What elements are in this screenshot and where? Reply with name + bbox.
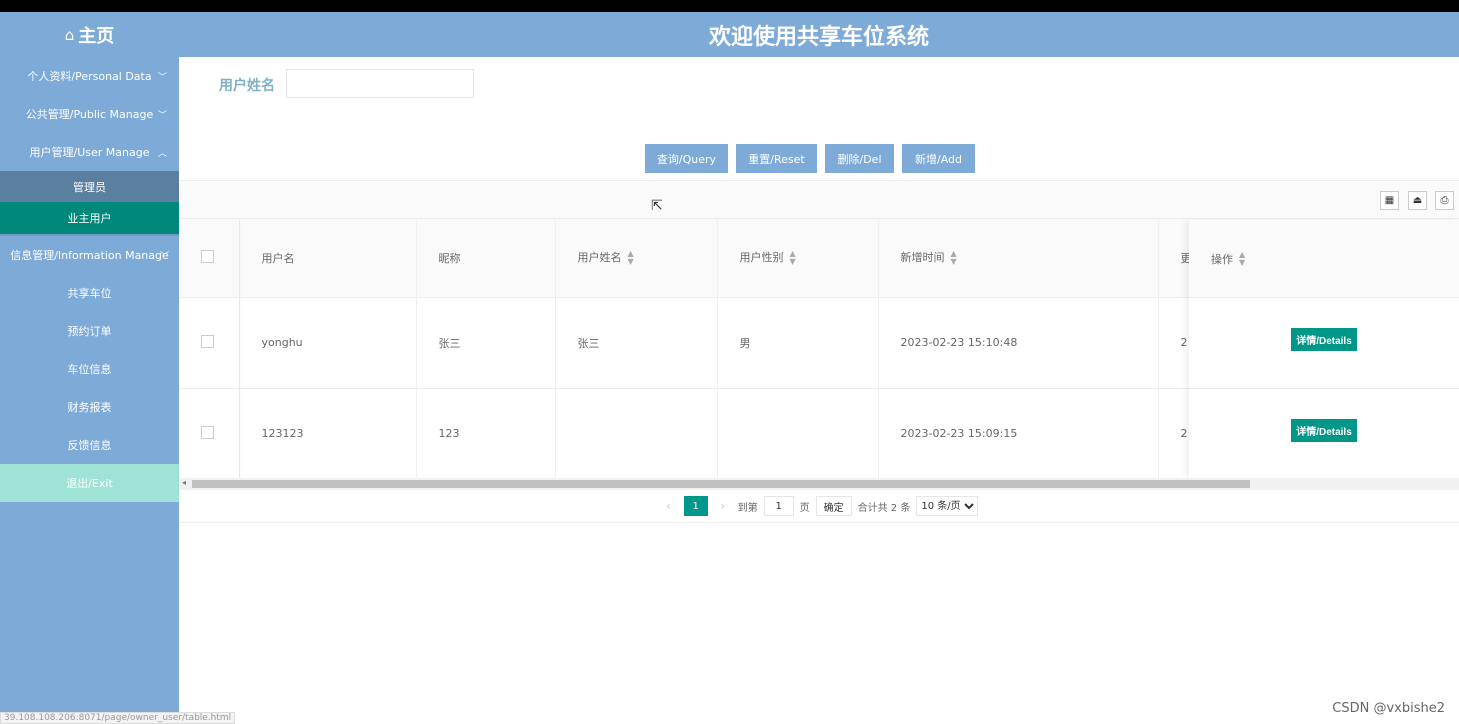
cell-nickname: 张三 — [416, 297, 556, 389]
select-all-cell — [179, 219, 240, 298]
cell-created: 2023-02-23 15:10:48 — [878, 297, 1159, 389]
chevron-up-icon: ︿ — [157, 148, 167, 159]
sort-icon[interactable]: ▲ ▼ — [1239, 250, 1245, 267]
sort-icon[interactable]: ▲ ▼ — [790, 250, 796, 266]
page-unit-label: 页 — [799, 502, 810, 514]
scroll-left-icon[interactable]: ◂ — [182, 478, 186, 487]
sidebar-group-personal-data[interactable]: 个人资料/Personal Data ﹀ — [0, 57, 179, 95]
goto-confirm-button[interactable]: 确定 — [815, 496, 852, 516]
chevron-down-icon: ﹀ — [157, 110, 167, 121]
delete-button[interactable]: 删除/Del — [825, 144, 894, 173]
details-button[interactable]: 详情/Details — [1291, 328, 1357, 351]
app-header: ⌂ 主页 欢迎使用共享车位系统 — [0, 12, 1459, 57]
sidebar-item-feedback[interactable]: 反馈信息 — [0, 426, 179, 464]
watermark: CSDN @vxbishe2 — [1332, 701, 1445, 716]
sidebar-group-information-manage[interactable]: 信息管理/Information Manage ﹀ — [0, 236, 179, 274]
sidebar-item-owner-user[interactable]: 业主用户 — [0, 202, 179, 234]
sidebar-group-label: 信息管理/Information Manage — [10, 249, 169, 262]
next-page-icon[interactable]: › — [714, 499, 732, 513]
query-button[interactable]: 查询/Query — [645, 144, 728, 173]
scrollbar-thumb[interactable] — [192, 480, 1250, 488]
fixed-action-column: 操作 ▲ ▼ 详情/Details 详情/Details — [1189, 220, 1459, 480]
column-header-username[interactable]: 用户名 — [239, 219, 417, 298]
sidebar-group-user-manage[interactable]: 用户管理/User Manage ︿ — [0, 133, 179, 171]
exit-button[interactable]: 退出/Exit — [0, 464, 179, 502]
pagination: ‹ 1 › 到第 页 确定 合计共 2 条 10 条/页 — [179, 490, 1459, 523]
chevron-down-icon: ﹀ — [157, 72, 167, 83]
row-checkbox[interactable] — [201, 334, 214, 348]
row-select-cell — [179, 297, 240, 389]
status-url: 39.108.108.206:8071/page/owner_user/tabl… — [0, 712, 236, 724]
home-link[interactable]: ⌂ 主页 — [0, 12, 179, 57]
sidebar-group-label: 个人资料/Personal Data — [27, 70, 152, 83]
column-label: 用户姓名 — [577, 251, 622, 265]
goto-page-input[interactable] — [763, 496, 794, 516]
sidebar-item-orders[interactable]: 预约订单 — [0, 312, 179, 350]
sort-icon[interactable]: ▲ ▼ — [628, 250, 634, 266]
home-icon: ⌂ — [64, 25, 75, 44]
page-size-select[interactable]: 10 条/页 — [916, 496, 979, 516]
sidebar-group-label: 公共管理/Public Manage — [25, 108, 154, 121]
details-button[interactable]: 详情/Details — [1291, 419, 1357, 442]
search-input[interactable] — [286, 69, 474, 98]
total-count: 合计共 2 条 — [857, 502, 911, 514]
column-header-action[interactable]: 操作 ▲ ▼ — [1189, 220, 1459, 298]
add-button[interactable]: 新增/Add — [902, 144, 975, 173]
action-cell: 详情/Details — [1189, 389, 1459, 480]
prev-page-icon[interactable]: ‹ — [660, 499, 678, 513]
select-all-checkbox[interactable] — [201, 249, 214, 263]
column-header-gender[interactable]: 用户性别 ▲ ▼ — [717, 219, 879, 298]
row-select-cell — [179, 388, 240, 480]
site-title: 欢迎使用共享车位系统 — [708, 24, 929, 50]
search-label: 用户姓名 — [219, 78, 275, 94]
mouse-cursor-icon: ⇱ — [651, 198, 663, 214]
column-label: 操作 — [1211, 252, 1233, 266]
sidebar-group-label: 用户管理/User Manage — [29, 146, 150, 159]
cell-username: 123123 — [239, 388, 417, 480]
columns-icon[interactable]: ▦ — [1380, 191, 1399, 210]
sidebar-item-admin[interactable]: 管理员 — [0, 171, 179, 202]
action-cell: 详情/Details — [1189, 298, 1459, 389]
goto-label: 到第 — [737, 502, 758, 514]
sort-icon[interactable]: ▲ ▼ — [951, 250, 957, 266]
reset-button[interactable]: 重置/Reset — [736, 144, 817, 173]
cell-realname: 张三 — [555, 297, 718, 389]
cell-realname — [555, 388, 718, 480]
chevron-down-icon: ﹀ — [159, 251, 169, 262]
column-label: 用户性别 — [739, 251, 784, 265]
cell-nickname: 123 — [416, 388, 556, 480]
row-checkbox[interactable] — [201, 425, 214, 439]
print-icon[interactable]: ⎙ — [1435, 191, 1454, 210]
column-label: 新增时间 — [900, 251, 945, 265]
sidebar: 个人资料/Personal Data ﹀ 公共管理/Public Manage … — [0, 57, 179, 724]
horizontal-scrollbar[interactable]: ◂ — [179, 478, 1459, 490]
sidebar-item-finance[interactable]: 财务报表 — [0, 388, 179, 426]
data-table: ▦ ⏏ ⎙ 用户名 昵称 用户姓名 ▲ ▼ 用户性别 ▲ ▼ 新增时间 ▲ ▼ 更 yong… — [179, 180, 1459, 523]
column-header-realname[interactable]: 用户姓名 ▲ ▼ — [555, 219, 718, 298]
sidebar-group-public-manage[interactable]: 公共管理/Public Manage ﹀ — [0, 95, 179, 133]
export-icon[interactable]: ⏏ — [1408, 191, 1427, 210]
cell-created: 2023-02-23 15:09:15 — [878, 388, 1159, 480]
cell-gender — [717, 388, 879, 480]
cell-username: yonghu — [239, 297, 417, 389]
sidebar-item-shared-spaces[interactable]: 共享车位 — [0, 274, 179, 312]
column-header-nickname[interactable]: 昵称 — [416, 219, 556, 298]
browser-top-bar — [0, 0, 1459, 12]
fixed-column-shadow — [239, 220, 241, 478]
table-toolbar: ▦ ⏏ ⎙ — [179, 180, 1459, 219]
home-label: 主页 — [78, 25, 115, 47]
action-buttons: 查询/Query 重置/Reset 删除/Del 新增/Add — [645, 144, 975, 173]
page-current[interactable]: 1 — [683, 496, 708, 516]
sidebar-item-space-info[interactable]: 车位信息 — [0, 350, 179, 388]
column-header-created[interactable]: 新增时间 ▲ ▼ — [878, 219, 1159, 298]
cell-gender: 男 — [717, 297, 879, 389]
